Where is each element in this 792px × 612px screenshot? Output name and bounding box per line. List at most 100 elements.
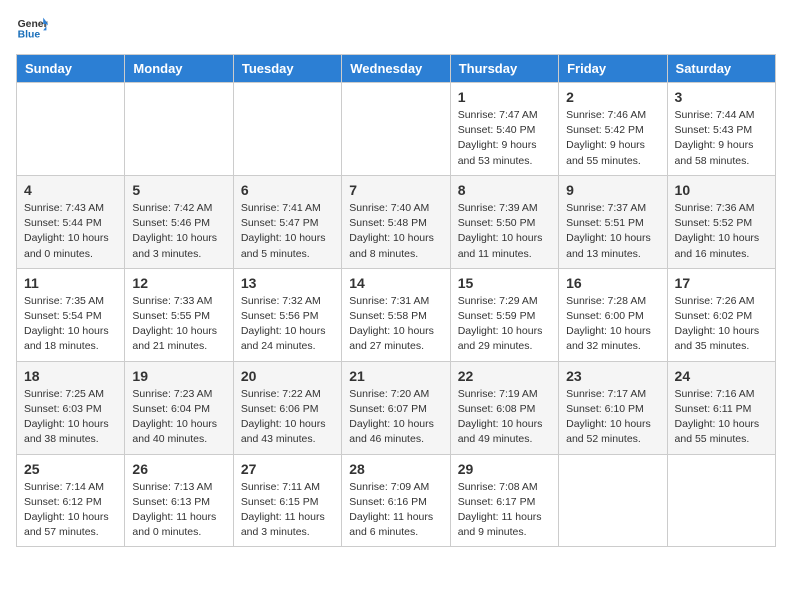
day-number: 4 [24, 182, 117, 198]
calendar-cell: 21Sunrise: 7:20 AMSunset: 6:07 PMDayligh… [342, 361, 450, 454]
calendar-cell: 2 Sunrise: 7:46 AMSunset: 5:42 PMDaylight… [559, 83, 667, 176]
day-info: Sunrise: 7:25 AMSunset: 6:03 PMDaylight:… [24, 387, 117, 448]
calendar-cell [17, 83, 125, 176]
day-info: Sunrise: 7:39 AMSunset: 5:50 PMDaylight:… [458, 201, 551, 262]
day-number: 3 [675, 89, 768, 105]
day-number: 25 [24, 461, 117, 477]
day-info: Sunrise: 7:20 AMSunset: 6:07 PMDaylight:… [349, 387, 442, 448]
calendar-week-row: 1 Sunrise: 7:47 AMSunset: 5:40 PMDaylight… [17, 83, 776, 176]
column-header-wednesday: Wednesday [342, 55, 450, 83]
column-header-tuesday: Tuesday [233, 55, 341, 83]
calendar-week-row: 4 Sunrise: 7:43 AMSunset: 5:44 PMDaylight… [17, 175, 776, 268]
calendar-cell: 22Sunrise: 7:19 AMSunset: 6:08 PMDayligh… [450, 361, 558, 454]
logo: General Blue [16, 16, 48, 44]
column-header-sunday: Sunday [17, 55, 125, 83]
calendar-cell: 12Sunrise: 7:33 AMSunset: 5:55 PMDayligh… [125, 268, 233, 361]
day-number: 19 [132, 368, 225, 384]
day-number: 29 [458, 461, 551, 477]
calendar-cell: 29 Sunrise: 7:08 AMSunset: 6:17 PMDayligh… [450, 454, 558, 547]
calendar-cell: 25 Sunrise: 7:14 AMSunset: 6:12 PMDayligh… [17, 454, 125, 547]
day-number: 10 [675, 182, 768, 198]
calendar-cell: 16 Sunrise: 7:28 AMSunset: 6:00 PMDayligh… [559, 268, 667, 361]
calendar-cell: 8 Sunrise: 7:39 AMSunset: 5:50 PMDaylight… [450, 175, 558, 268]
day-info: Sunrise: 7:32 AMSunset: 5:56 PMDaylight:… [241, 294, 334, 355]
calendar-cell: 19 Sunrise: 7:23 AMSunset: 6:04 PMDayligh… [125, 361, 233, 454]
calendar-cell: 27 Sunrise: 7:11 AMSunset: 6:15 PMDayligh… [233, 454, 341, 547]
day-number: 23 [566, 368, 659, 384]
day-info: Sunrise: 7:37 AMSunset: 5:51 PMDaylight:… [566, 201, 659, 262]
calendar-cell [667, 454, 775, 547]
calendar-cell: 9 Sunrise: 7:37 AMSunset: 5:51 PMDaylight… [559, 175, 667, 268]
svg-text:Blue: Blue [18, 30, 41, 41]
day-number: 6 [241, 182, 334, 198]
page-header: General Blue [16, 16, 776, 44]
logo-icon: General Blue [16, 16, 48, 44]
calendar-cell: 20 Sunrise: 7:22 AMSunset: 6:06 PMDayligh… [233, 361, 341, 454]
calendar-cell: 4 Sunrise: 7:43 AMSunset: 5:44 PMDaylight… [17, 175, 125, 268]
day-number: 15 [458, 275, 551, 291]
calendar-cell [559, 454, 667, 547]
day-number: 1 [458, 89, 551, 105]
day-info: Sunrise: 7:47 AMSunset: 5:40 PMDaylight:… [458, 108, 551, 169]
day-info: Sunrise: 7:29 AMSunset: 5:59 PMDaylight:… [458, 294, 551, 355]
day-number: 9 [566, 182, 659, 198]
day-info: Sunrise: 7:16 AMSunset: 6:11 PMDaylight:… [675, 387, 768, 448]
calendar-cell: 13Sunrise: 7:32 AMSunset: 5:56 PMDayligh… [233, 268, 341, 361]
day-number: 5 [132, 182, 225, 198]
day-info: Sunrise: 7:22 AMSunset: 6:06 PMDaylight:… [241, 387, 334, 448]
day-info: Sunrise: 7:43 AMSunset: 5:44 PMDaylight:… [24, 201, 117, 262]
day-number: 11 [24, 275, 117, 291]
calendar-cell: 6 Sunrise: 7:41 AMSunset: 5:47 PMDaylight… [233, 175, 341, 268]
calendar-cell: 5Sunrise: 7:42 AMSunset: 5:46 PMDaylight… [125, 175, 233, 268]
day-info: Sunrise: 7:46 AMSunset: 5:42 PMDaylight:… [566, 108, 659, 169]
column-header-monday: Monday [125, 55, 233, 83]
day-info: Sunrise: 7:26 AMSunset: 6:02 PMDaylight:… [675, 294, 768, 355]
calendar-cell: 1 Sunrise: 7:47 AMSunset: 5:40 PMDaylight… [450, 83, 558, 176]
calendar-cell [233, 83, 341, 176]
day-number: 14 [349, 275, 442, 291]
day-info: Sunrise: 7:23 AMSunset: 6:04 PMDaylight:… [132, 387, 225, 448]
day-number: 28 [349, 461, 442, 477]
day-number: 17 [675, 275, 768, 291]
day-number: 24 [675, 368, 768, 384]
column-header-saturday: Saturday [667, 55, 775, 83]
day-info: Sunrise: 7:44 AMSunset: 5:43 PMDaylight:… [675, 108, 768, 169]
day-info: Sunrise: 7:11 AMSunset: 6:15 PMDaylight:… [241, 480, 334, 541]
day-info: Sunrise: 7:08 AMSunset: 6:17 PMDaylight:… [458, 480, 551, 541]
calendar-cell: 24 Sunrise: 7:16 AMSunset: 6:11 PMDayligh… [667, 361, 775, 454]
calendar-cell: 7Sunrise: 7:40 AMSunset: 5:48 PMDaylight… [342, 175, 450, 268]
calendar-week-row: 25 Sunrise: 7:14 AMSunset: 6:12 PMDayligh… [17, 454, 776, 547]
day-info: Sunrise: 7:31 AMSunset: 5:58 PMDaylight:… [349, 294, 442, 355]
day-info: Sunrise: 7:36 AMSunset: 5:52 PMDaylight:… [675, 201, 768, 262]
day-info: Sunrise: 7:40 AMSunset: 5:48 PMDaylight:… [349, 201, 442, 262]
day-number: 27 [241, 461, 334, 477]
day-info: Sunrise: 7:13 AMSunset: 6:13 PMDaylight:… [132, 480, 225, 541]
day-number: 26 [132, 461, 225, 477]
calendar-header-row: SundayMondayTuesdayWednesdayThursdayFrid… [17, 55, 776, 83]
calendar-cell: 23 Sunrise: 7:17 AMSunset: 6:10 PMDayligh… [559, 361, 667, 454]
column-header-friday: Friday [559, 55, 667, 83]
day-number: 20 [241, 368, 334, 384]
day-number: 8 [458, 182, 551, 198]
calendar-cell: 11 Sunrise: 7:35 AMSunset: 5:54 PMDayligh… [17, 268, 125, 361]
day-number: 2 [566, 89, 659, 105]
day-info: Sunrise: 7:28 AMSunset: 6:00 PMDaylight:… [566, 294, 659, 355]
calendar-cell: 18 Sunrise: 7:25 AMSunset: 6:03 PMDayligh… [17, 361, 125, 454]
day-info: Sunrise: 7:14 AMSunset: 6:12 PMDaylight:… [24, 480, 117, 541]
column-header-thursday: Thursday [450, 55, 558, 83]
day-info: Sunrise: 7:17 AMSunset: 6:10 PMDaylight:… [566, 387, 659, 448]
calendar-cell: 28Sunrise: 7:09 AMSunset: 6:16 PMDayligh… [342, 454, 450, 547]
calendar-cell [125, 83, 233, 176]
day-info: Sunrise: 7:33 AMSunset: 5:55 PMDaylight:… [132, 294, 225, 355]
calendar-week-row: 18 Sunrise: 7:25 AMSunset: 6:03 PMDayligh… [17, 361, 776, 454]
calendar-cell: 15 Sunrise: 7:29 AMSunset: 5:59 PMDayligh… [450, 268, 558, 361]
day-info: Sunrise: 7:19 AMSunset: 6:08 PMDaylight:… [458, 387, 551, 448]
day-info: Sunrise: 7:41 AMSunset: 5:47 PMDaylight:… [241, 201, 334, 262]
calendar-week-row: 11 Sunrise: 7:35 AMSunset: 5:54 PMDayligh… [17, 268, 776, 361]
calendar-cell: 17 Sunrise: 7:26 AMSunset: 6:02 PMDayligh… [667, 268, 775, 361]
day-info: Sunrise: 7:35 AMSunset: 5:54 PMDaylight:… [24, 294, 117, 355]
day-number: 18 [24, 368, 117, 384]
calendar-cell: 14 Sunrise: 7:31 AMSunset: 5:58 PMDayligh… [342, 268, 450, 361]
calendar-cell: 26 Sunrise: 7:13 AMSunset: 6:13 PMDayligh… [125, 454, 233, 547]
day-number: 16 [566, 275, 659, 291]
